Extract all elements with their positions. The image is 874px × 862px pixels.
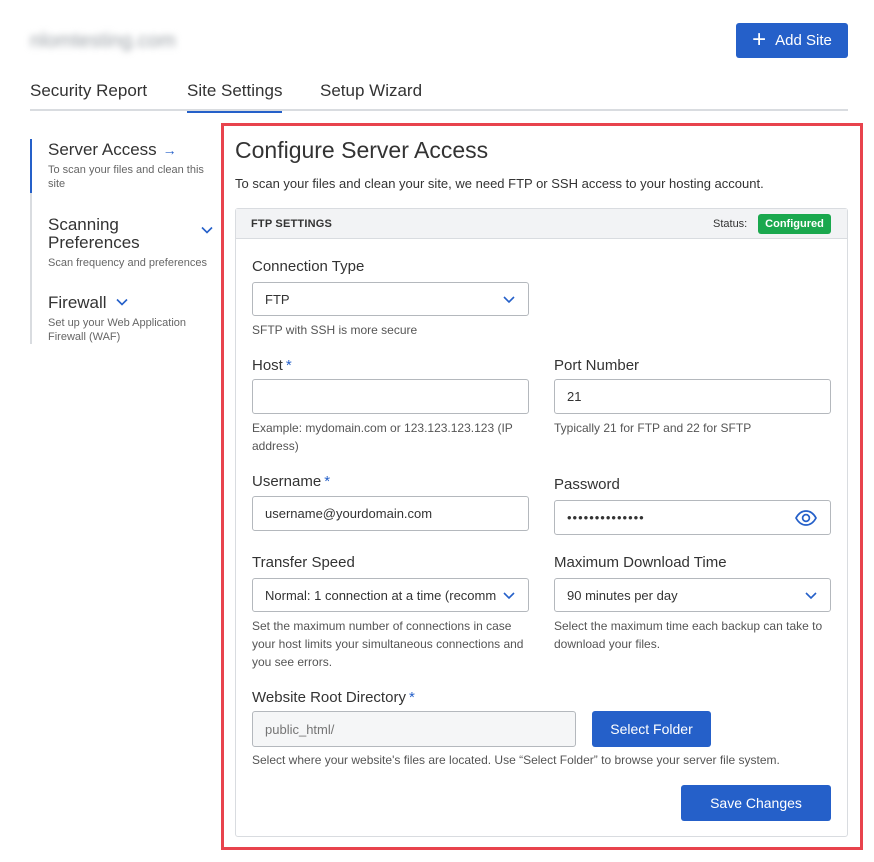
sidebar-item-server-access[interactable]: Server Access → To scan your files and cl…: [48, 141, 218, 191]
chevron-down-icon: [116, 298, 128, 306]
active-indicator: [30, 139, 32, 193]
username-value: username@yourdomain.com: [265, 506, 433, 521]
sidebar-item-scanning-preferences[interactable]: Scanning Preferences Scan frequency and …: [48, 216, 218, 270]
transfer-speed-value: Normal: 1 connection at a time (recomm: [265, 587, 497, 603]
host-label-text: Host: [252, 357, 283, 374]
card-title: FTP SETTINGS: [251, 218, 333, 230]
sidebar-item-title: Server Access: [48, 140, 157, 159]
username-input[interactable]: username@yourdomain.com: [252, 496, 529, 531]
port-number-help: Typically 21 for FTP and 22 for SFTP: [554, 421, 752, 435]
page-title: Configure Server Access: [235, 137, 489, 163]
transfer-speed-help: Set the maximum number of connections in…: [252, 619, 524, 669]
plus-icon: +: [752, 25, 767, 53]
card-header: FTP SETTINGS Status: Configured: [236, 209, 847, 239]
page-description: To scan your files and clean your site, …: [235, 176, 764, 191]
tab-site-settings[interactable]: Site Settings: [187, 80, 283, 113]
port-number-label: Port Number: [554, 357, 640, 374]
host-help: Example: mydomain.com or 123.123.123.123…: [252, 421, 513, 453]
transfer-speed-select[interactable]: Normal: 1 connection at a time (recomm: [252, 578, 529, 612]
host-input[interactable]: [252, 379, 529, 414]
required-marker: *: [408, 689, 415, 706]
username-label-text: Username: [252, 473, 322, 490]
root-directory-label: Website Root Directory *: [252, 689, 415, 706]
add-site-button[interactable]: + Add Site: [736, 23, 848, 58]
max-download-time-select[interactable]: 90 minutes per day: [554, 578, 831, 612]
select-folder-button[interactable]: Select Folder: [592, 711, 711, 747]
connection-type-help: SFTP with SSH is more secure: [252, 323, 418, 337]
max-download-time-value: 90 minutes per day: [567, 587, 678, 603]
port-number-input[interactable]: 21: [554, 379, 831, 414]
username-label: Username *: [252, 473, 330, 490]
password-input[interactable]: ••••••••••••••: [554, 500, 831, 535]
tab-security-report[interactable]: Security Report: [30, 80, 147, 111]
password-value: ••••••••••••••: [567, 510, 645, 525]
required-marker: *: [324, 473, 331, 490]
chevron-down-icon: [805, 592, 817, 600]
root-directory-help: Select where your website's files are lo…: [252, 753, 780, 767]
status-badge: Configured: [758, 214, 831, 234]
chevron-down-icon: [503, 592, 515, 600]
connection-type-value: FTP: [265, 291, 290, 307]
sidebar-item-title: Scanning Preferences: [48, 215, 140, 252]
host-label: Host *: [252, 357, 292, 374]
root-directory-input[interactable]: [252, 711, 576, 747]
status-label: Status:: [713, 218, 748, 230]
save-changes-button[interactable]: Save Changes: [681, 785, 831, 821]
sidebar-item-desc: Scan frequency and preferences: [48, 257, 207, 269]
chevron-down-icon: [201, 226, 213, 234]
tab-bar: Security Report Site Settings Setup Wiza…: [30, 80, 848, 113]
connection-type-label: Connection Type: [252, 258, 365, 275]
eye-icon[interactable]: [794, 506, 818, 530]
settings-side-nav: Server Access → To scan your files and cl…: [30, 139, 215, 344]
port-number-value: 21: [567, 389, 582, 404]
arrow-right-icon: →: [162, 142, 177, 158]
max-download-time-help: Select the maximum time each backup can …: [554, 619, 823, 651]
chevron-down-icon: [503, 296, 515, 304]
tab-setup-wizard[interactable]: Setup Wizard: [320, 80, 422, 111]
add-site-label: Add Site: [775, 32, 832, 49]
max-download-time-label: Maximum Download Time: [554, 554, 727, 571]
sidebar-item-title: Firewall: [48, 293, 107, 312]
password-label: Password: [554, 476, 620, 493]
site-name: nlomtesting.com: [30, 30, 176, 52]
sidebar-item-desc: To scan your files and clean this site: [48, 164, 204, 190]
transfer-speed-label: Transfer Speed: [252, 554, 355, 571]
connection-type-select[interactable]: FTP: [252, 282, 529, 316]
sidebar-item-desc: Set up your Web Application Firewall (WA…: [48, 317, 186, 343]
root-directory-label-text: Website Root Directory: [252, 689, 406, 706]
required-marker: *: [285, 357, 292, 374]
sidebar-item-firewall[interactable]: Firewall Set up your Web Application Fir…: [48, 294, 218, 344]
